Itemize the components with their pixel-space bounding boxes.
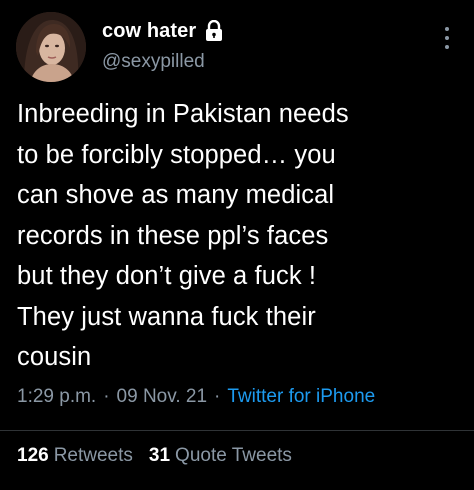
more-vertical-icon[interactable] — [444, 26, 450, 50]
user-handle[interactable]: @sexypilled — [102, 51, 224, 73]
divider — [0, 430, 474, 431]
tweet-time[interactable]: 1:29 p.m. — [17, 386, 96, 408]
quote-tweets-label: Quote Tweets — [175, 445, 292, 466]
user-info: cow hater @sexypilled — [102, 18, 224, 73]
retweets-count: 126 — [17, 445, 49, 466]
lock-icon — [204, 19, 224, 42]
display-name[interactable]: cow hater — [102, 20, 196, 43]
tweet-text: Inbreeding in Pakistan needs to be forci… — [17, 100, 349, 371]
tweet-card: cow hater @sexypilled Inbreeding in Paki… — [0, 0, 474, 490]
tweet-meta: 1:29 p.m. · 09 Nov. 21 · Twitter for iPh… — [17, 386, 375, 408]
meta-separator: · — [214, 386, 221, 407]
tweet-source-link[interactable]: Twitter for iPhone — [227, 386, 375, 408]
quote-tweets-count: 31 — [148, 445, 171, 466]
retweets-label: Retweets — [53, 445, 133, 466]
tweet-date[interactable]: 09 Nov. 21 — [117, 386, 207, 408]
tweet-stats: 126 Retweets 31 Quote Tweets — [17, 445, 292, 467]
meta-separator: · — [103, 386, 110, 407]
avatar[interactable] — [16, 12, 86, 82]
display-name-row: cow hater — [102, 18, 224, 44]
profile-photo — [16, 12, 86, 82]
quote-tweets-stat[interactable]: 31 Quote Tweets — [149, 445, 292, 467]
retweets-stat[interactable]: 126 Retweets — [17, 445, 133, 467]
